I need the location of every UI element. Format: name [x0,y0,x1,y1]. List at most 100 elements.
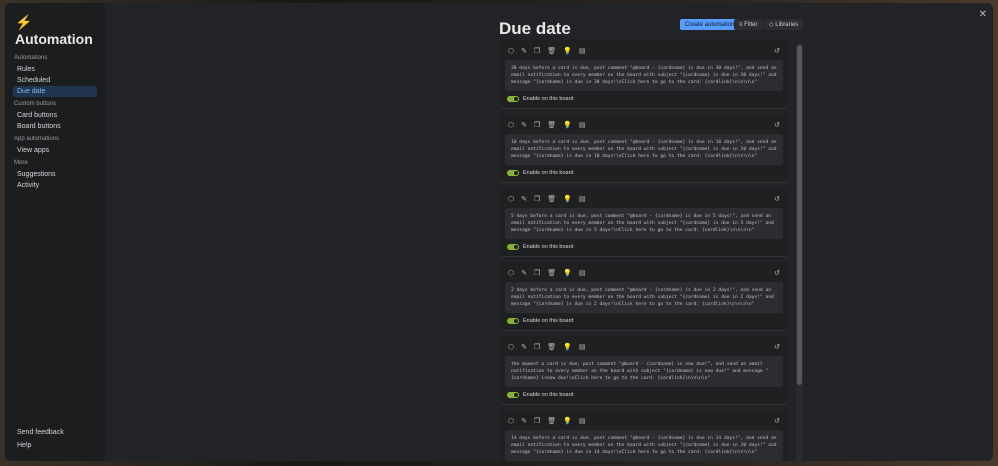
rule-toolbar: ⬡ ✎ ❐ 🗑 💡 ▤ ↺ [505,267,783,279]
history-icon[interactable]: ↺ [774,269,780,277]
trash-icon[interactable]: 🗑 [547,121,556,129]
scrollbar[interactable] [796,43,803,461]
history-icon[interactable]: ↺ [774,195,780,203]
filter-button[interactable]: ≡ Filter [734,19,763,30]
page-title: Due date [499,19,571,38]
sidebar-item-view-apps[interactable]: View apps [13,145,97,156]
enable-label: Enable on this board [523,96,574,102]
trash-icon[interactable]: 🗑 [547,47,556,55]
tag-icon[interactable]: ⬡ [508,269,514,277]
sidebar-item-rules[interactable]: Rules [13,64,97,75]
close-icon[interactable]: ✕ [979,9,987,20]
rule-list: ⬡ ✎ ❐ 🗑 💡 ▤ ↺ 30 days before a card is due, po… [500,40,800,461]
lightbulb-icon[interactable]: 💡 [563,343,572,351]
lightbulb-icon[interactable]: 💡 [563,47,572,55]
sidebar-item-board-buttons[interactable]: Board buttons [13,121,97,132]
share-icon[interactable]: ▤ [579,195,586,203]
enable-label: Enable on this board [523,170,574,176]
libraries-label: Libraries [775,21,799,28]
sidebar-bottom: Send feedback Help [13,427,68,453]
edit-icon[interactable]: ✎ [521,47,527,55]
enable-toggle[interactable] [507,170,519,176]
tag-icon[interactable]: ⬡ [508,47,514,55]
rule-card: ⬡ ✎ ❐ 🗑 💡 ▤ ↺ 30 days before a card is due, po… [500,40,788,109]
rule-card: ⬡ ✎ ❐ 🗑 💡 ▤ ↺ 14 days before a card is due, po… [500,410,788,461]
sidebar-section-label: More [14,160,28,166]
filter-label: Filter [744,21,758,28]
rule-text: 10 days before a card is due, post comme… [505,134,783,165]
help-link[interactable]: Help [13,440,68,451]
rule-toolbar: ⬡ ✎ ❐ 🗑 💡 ▤ ↺ [505,415,783,427]
enable-toggle[interactable] [507,318,519,324]
share-icon[interactable]: ▤ [579,343,586,351]
enable-label: Enable on this board [523,244,574,250]
share-icon[interactable]: ▤ [579,269,586,277]
history-icon[interactable]: ↺ [774,47,780,55]
share-icon[interactable]: ▤ [579,417,586,425]
app-title-text: Automation [15,31,93,47]
create-automation-button[interactable]: Create automation [680,19,740,30]
rule-text: 5 days before a card is due, post commen… [505,208,783,239]
rule-toolbar: ⬡ ✎ ❐ 🗑 💡 ▤ ↺ [505,119,783,131]
edit-icon[interactable]: ✎ [521,343,527,351]
send-feedback-link[interactable]: Send feedback [13,427,68,438]
scrollbar-thumb[interactable] [797,45,802,385]
sidebar-nav: Automations Rules Scheduled Due date Custom … [13,55,97,191]
tag-icon[interactable]: ⬡ [508,343,514,351]
copy-icon[interactable]: ❐ [534,269,540,277]
rule-card: ⬡ ✎ ❐ 🗑 💡 ▤ ↺ 10 days before a card is due, po… [500,114,788,183]
sidebar: ⚡ Automation Automations Rules Scheduled Du… [5,3,105,461]
enable-row: Enable on this board [505,392,783,398]
edit-icon[interactable]: ✎ [521,417,527,425]
sidebar-section-label: Custom buttons [14,101,57,107]
enable-toggle[interactable] [507,392,519,398]
trash-icon[interactable]: 🗑 [547,269,556,277]
history-icon[interactable]: ↺ [774,417,780,425]
rule-toolbar: ⬡ ✎ ❐ 🗑 💡 ▤ ↺ [505,341,783,353]
lightbulb-icon[interactable]: 💡 [563,195,572,203]
trash-icon[interactable]: 🗑 [547,417,556,425]
enable-label: Enable on this board [523,318,574,324]
copy-icon[interactable]: ❐ [534,343,540,351]
main-panel: Due date Create automation ≡ Filter ◇ Li… [105,3,993,461]
copy-icon[interactable]: ❐ [534,121,540,129]
rule-card: ⬡ ✎ ❐ 🗑 💡 ▤ ↺ 2 days before a card is due, pos… [500,262,788,331]
sidebar-item-activity[interactable]: Activity [13,180,97,191]
history-icon[interactable]: ↺ [774,121,780,129]
tag-icon[interactable]: ⬡ [508,417,514,425]
history-icon[interactable]: ↺ [774,343,780,351]
edit-icon[interactable]: ✎ [521,195,527,203]
copy-icon[interactable]: ❐ [534,417,540,425]
share-icon[interactable]: ▤ [579,47,586,55]
enable-row: Enable on this board [505,170,783,176]
copy-icon[interactable]: ❐ [534,47,540,55]
sidebar-item-suggestions[interactable]: Suggestions [13,169,97,180]
lightbulb-icon[interactable]: 💡 [563,417,572,425]
sidebar-item-card-buttons[interactable]: Card buttons [13,110,97,121]
copy-icon[interactable]: ❐ [534,195,540,203]
rule-text: 2 days before a card is due, post commen… [505,282,783,313]
edit-icon[interactable]: ✎ [521,269,527,277]
libraries-button[interactable]: ◇ Libraries [764,19,804,30]
trash-icon[interactable]: 🗑 [547,343,556,351]
rule-text: 30 days before a card is due, post comme… [505,60,783,91]
rule-card: ⬡ ✎ ❐ 🗑 💡 ▤ ↺ the moment a card is due, post c… [500,336,788,405]
rule-card: ⬡ ✎ ❐ 🗑 💡 ▤ ↺ 5 days before a card is due, pos… [500,188,788,257]
rule-text: 14 days before a card is due, post comme… [505,430,783,461]
trash-icon[interactable]: 🗑 [547,195,556,203]
rule-toolbar: ⬡ ✎ ❐ 🗑 💡 ▤ ↺ [505,45,783,57]
rule-toolbar: ⬡ ✎ ❐ 🗑 💡 ▤ ↺ [505,193,783,205]
sidebar-item-due-date[interactable]: Due date [13,86,97,97]
enable-toggle[interactable] [507,244,519,250]
enable-row: Enable on this board [505,244,783,250]
sidebar-item-scheduled[interactable]: Scheduled [13,75,97,86]
tag-icon[interactable]: ⬡ [508,195,514,203]
lightbulb-icon[interactable]: 💡 [563,121,572,129]
edit-icon[interactable]: ✎ [521,121,527,129]
enable-toggle[interactable] [507,96,519,102]
tag-icon[interactable]: ⬡ [508,121,514,129]
automation-modal: ⚡ Automation Automations Rules Scheduled Du… [5,3,993,461]
share-icon[interactable]: ▤ [579,121,586,129]
enable-label: Enable on this board [523,392,574,398]
lightbulb-icon[interactable]: 💡 [563,269,572,277]
